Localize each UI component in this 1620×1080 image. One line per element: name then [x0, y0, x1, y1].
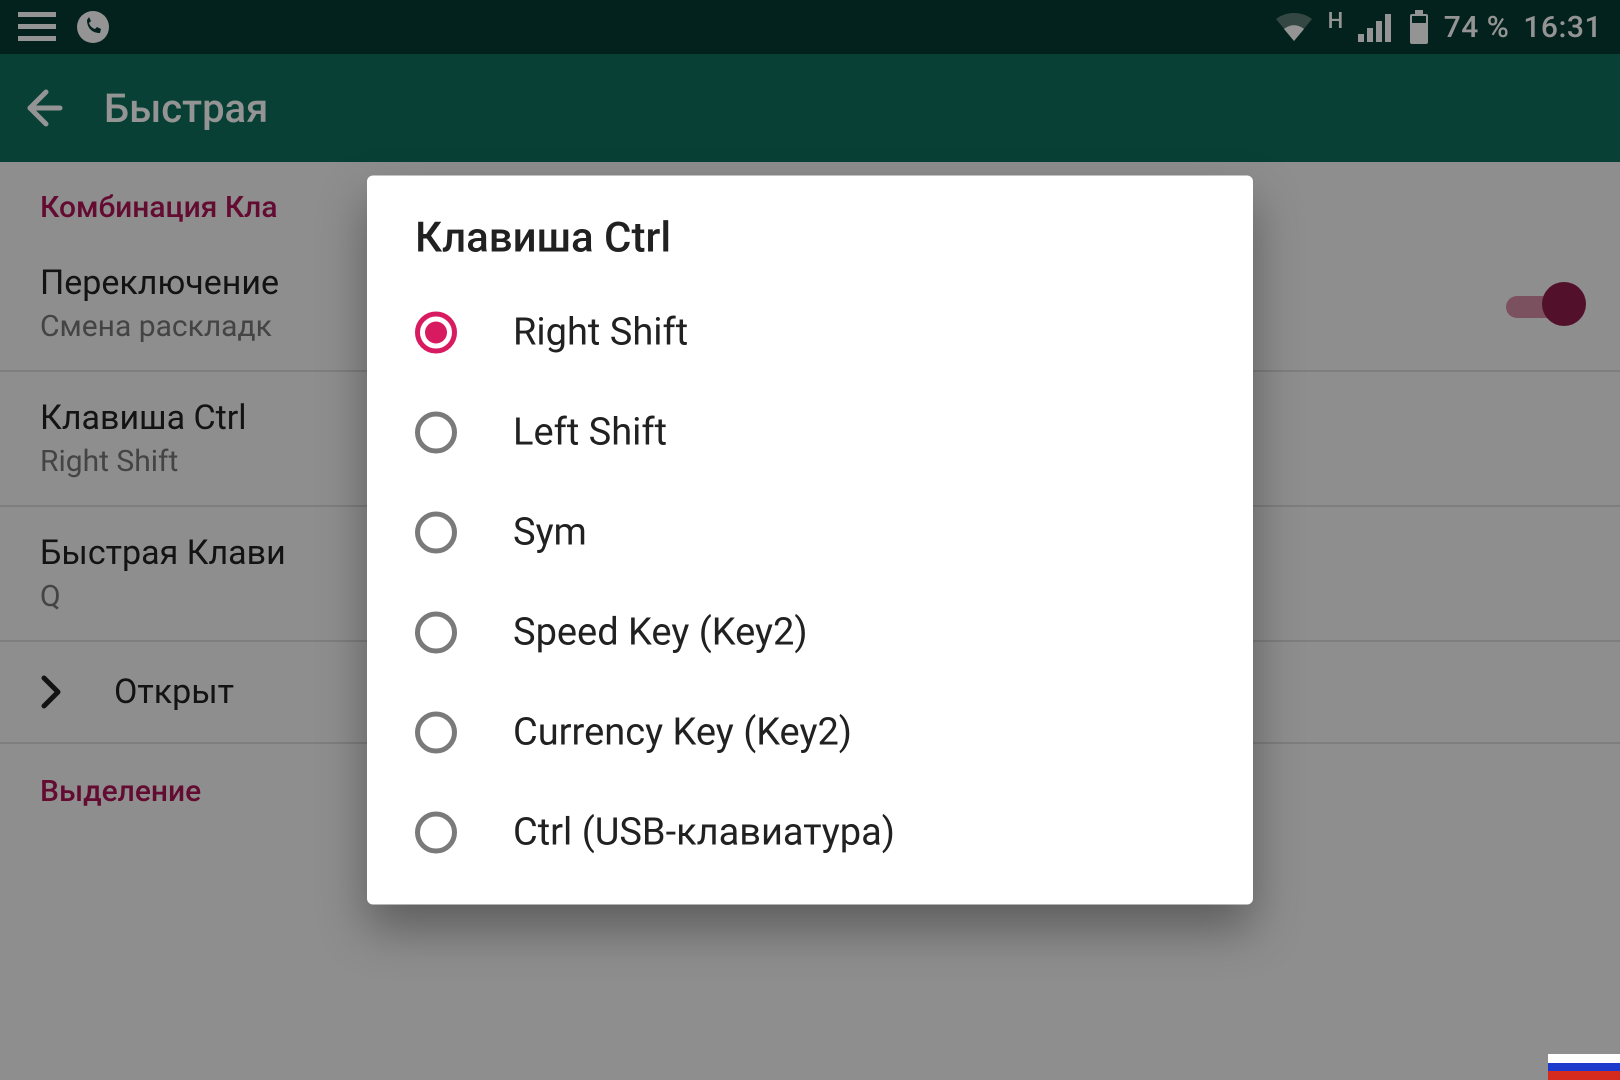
radio-label: Currency Key (Key2) [513, 711, 852, 755]
radio-label: Right Shift [513, 311, 688, 355]
radio-icon [415, 412, 457, 454]
radio-option-right-shift[interactable]: Right Shift [367, 283, 1253, 383]
radio-label: Speed Key (Key2) [513, 611, 808, 655]
russian-flag-icon [1548, 1054, 1620, 1080]
radio-label: Sym [513, 511, 587, 555]
radio-icon [415, 712, 457, 754]
radio-icon [415, 612, 457, 654]
radio-icon [415, 812, 457, 854]
radio-label: Ctrl (USB-клавиатура) [513, 811, 895, 855]
radio-option-currency-key[interactable]: Currency Key (Key2) [367, 683, 1253, 783]
dialog-title: Клавиша Ctrl [367, 214, 1253, 283]
radio-option-left-shift[interactable]: Left Shift [367, 383, 1253, 483]
radio-label: Left Shift [513, 411, 667, 455]
dialog-ctrl-key: Клавиша Ctrl Right Shift Left Shift Sym … [367, 176, 1253, 905]
radio-icon [415, 312, 457, 354]
radio-icon [415, 512, 457, 554]
radio-option-sym[interactable]: Sym [367, 483, 1253, 583]
radio-option-speed-key[interactable]: Speed Key (Key2) [367, 583, 1253, 683]
radio-option-ctrl-usb[interactable]: Ctrl (USB-клавиатура) [367, 783, 1253, 883]
